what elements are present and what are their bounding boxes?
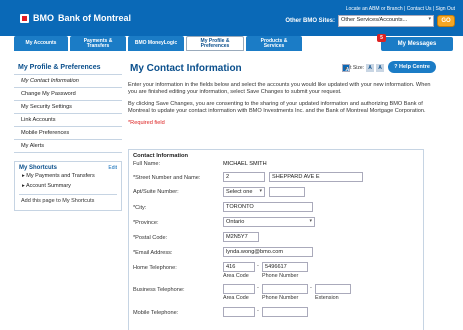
mobile-phone-dash: - (257, 308, 259, 314)
top-links[interactable]: Locate an ABM or Branch | Contact Us | S… (346, 6, 455, 12)
full-name-label: Full Name: (133, 161, 161, 167)
city-input[interactable]: TORONTO (223, 202, 313, 212)
text-size-small-button[interactable]: A (366, 64, 374, 72)
messages-label: My Messages (397, 41, 437, 47)
bank-name: Bank of Montreal (58, 13, 132, 23)
tab-payments-transfers[interactable]: Payments & Transfers (70, 36, 126, 51)
sidebar-item-security-settings[interactable]: My Security Settings (14, 101, 122, 114)
province-value: Ontario (226, 219, 245, 225)
bmo-roundel-icon (20, 13, 29, 23)
business-phone-label: Business Telephone: (133, 287, 185, 293)
street-number-input[interactable]: 2 (223, 172, 265, 182)
sidebar-title: My Profile & Preferences (14, 61, 122, 75)
main-content: My Contact Information Text Size: A A A … (123, 61, 436, 132)
required-field-note: *Required field (128, 120, 165, 126)
other-sites: Other BMO Sites: Other Services/Accounts… (285, 15, 455, 27)
home-phone-label: Home Telephone: (133, 265, 177, 271)
bmo-logo[interactable]: BMO Bank of Montreal (20, 13, 131, 23)
sidebar-item-link-accounts[interactable]: Link Accounts (14, 114, 122, 127)
sidebar-item-alerts[interactable]: My Alerts (14, 140, 122, 153)
postal-code-input[interactable]: M2N5Y7 (223, 232, 259, 242)
help-icon: ? (394, 64, 398, 70)
messages-count-badge: 5 (377, 34, 386, 42)
mobile-phone-number-input[interactable] (262, 307, 308, 317)
top-bar: Locate an ABM or Branch | Contact Us | S… (0, 2, 463, 36)
sidebar: My Profile & Preferences My Contact Info… (14, 61, 122, 211)
home-phone-dash: - (257, 263, 259, 269)
main-tabs: My Accounts Payments & Transfers BMO Mon… (14, 36, 302, 51)
apt-label: Apt/Suite Number: (133, 189, 179, 195)
email-label: *Email Address: (133, 250, 173, 256)
sidebar-item-mobile-preferences[interactable]: Mobile Preferences (14, 127, 122, 140)
shortcut-label: Account Summary (26, 183, 71, 189)
business-extension-caption: Extension (315, 295, 339, 301)
sidebar-item-contact-info[interactable]: My Contact Information (14, 75, 122, 88)
help-centre-button[interactable]: ? Help Centre (388, 61, 436, 73)
province-label: *Province: (133, 220, 159, 226)
street-label: *Street Number and Name: (133, 175, 201, 181)
business-area-code-caption: Area Code (223, 295, 249, 301)
contact-section-title: Contact Information (133, 153, 189, 159)
text-size-control: Text Size: A A A (342, 64, 384, 73)
shortcut-item[interactable]: ▸ My Payments and Transfers (19, 171, 117, 181)
shortcut-label: My Payments and Transfers (26, 173, 95, 179)
mobile-area-code-input[interactable] (223, 307, 255, 317)
text-size-large-button[interactable]: A (376, 64, 384, 72)
apt-number-input[interactable] (269, 187, 305, 197)
tab-products-services[interactable]: Products & Services (246, 36, 302, 51)
business-extension-input[interactable] (315, 284, 351, 294)
logo-text: BMO (33, 13, 54, 23)
tab-moneylogic[interactable]: BMO MoneyLogic (128, 36, 184, 51)
business-area-code-input[interactable] (223, 284, 255, 294)
shortcuts-box: My Shortcuts Edit ▸ My Payments and Tran… (14, 161, 122, 211)
text-size-medium-button[interactable]: A (342, 64, 351, 73)
other-sites-select[interactable]: Other Services/Accounts... (338, 15, 434, 27)
shortcuts-edit-link[interactable]: Edit (108, 165, 117, 171)
shortcut-item[interactable]: ▸ Account Summary (19, 181, 117, 191)
city-label: *City: (133, 205, 147, 211)
tab-my-accounts[interactable]: My Accounts (14, 36, 68, 51)
help-label: Help Centre (399, 64, 430, 70)
add-shortcut-link[interactable]: Add this page to My Shortcuts (19, 194, 117, 207)
page-title: My Contact Information (130, 63, 242, 74)
other-sites-value: Other Services/Accounts... (341, 17, 408, 23)
home-phone-number-caption: Phone Number (262, 273, 299, 279)
home-area-code-caption: Area Code (223, 273, 249, 279)
sidebar-item-change-password[interactable]: Change My Password (14, 88, 122, 101)
consent-paragraph: By clicking Save Changes, you are consen… (128, 101, 426, 114)
intro-paragraph: Enter your information in the fields bel… (128, 82, 431, 95)
postal-label: *Postal Code: (133, 235, 168, 241)
go-button[interactable]: GO (437, 15, 455, 27)
my-messages-button[interactable]: 5 My Messages (377, 34, 453, 51)
contact-info-form: Contact Information Full Name: MICHAEL S… (128, 149, 424, 330)
full-name-value: MICHAEL SMITH (223, 161, 267, 167)
mobile-phone-label: Mobile Telephone: (133, 310, 179, 316)
business-phone-dash: - (257, 285, 259, 291)
business-phone-number-caption: Phone Number (262, 295, 299, 301)
tab-profile-preferences[interactable]: My Profile & Preferences (186, 36, 244, 51)
other-sites-label: Other BMO Sites: (285, 18, 335, 24)
apt-type-value: Select one (226, 189, 253, 195)
business-phone-number-input[interactable] (262, 284, 308, 294)
home-phone-number-input[interactable]: 5496617 (262, 262, 308, 272)
street-name-input[interactable]: SHEPPARD AVE E (269, 172, 363, 182)
page-frame: Locate an ABM or Branch | Contact Us | S… (0, 0, 463, 330)
province-select[interactable]: Ontario (223, 217, 315, 227)
email-input[interactable]: lynda.wong@bmo.com (223, 247, 313, 257)
apt-type-select[interactable]: Select one (223, 187, 265, 197)
business-extension-dash: - (310, 285, 312, 291)
shortcuts-title: My Shortcuts (19, 165, 58, 171)
home-area-code-input[interactable]: 416 (223, 262, 255, 272)
